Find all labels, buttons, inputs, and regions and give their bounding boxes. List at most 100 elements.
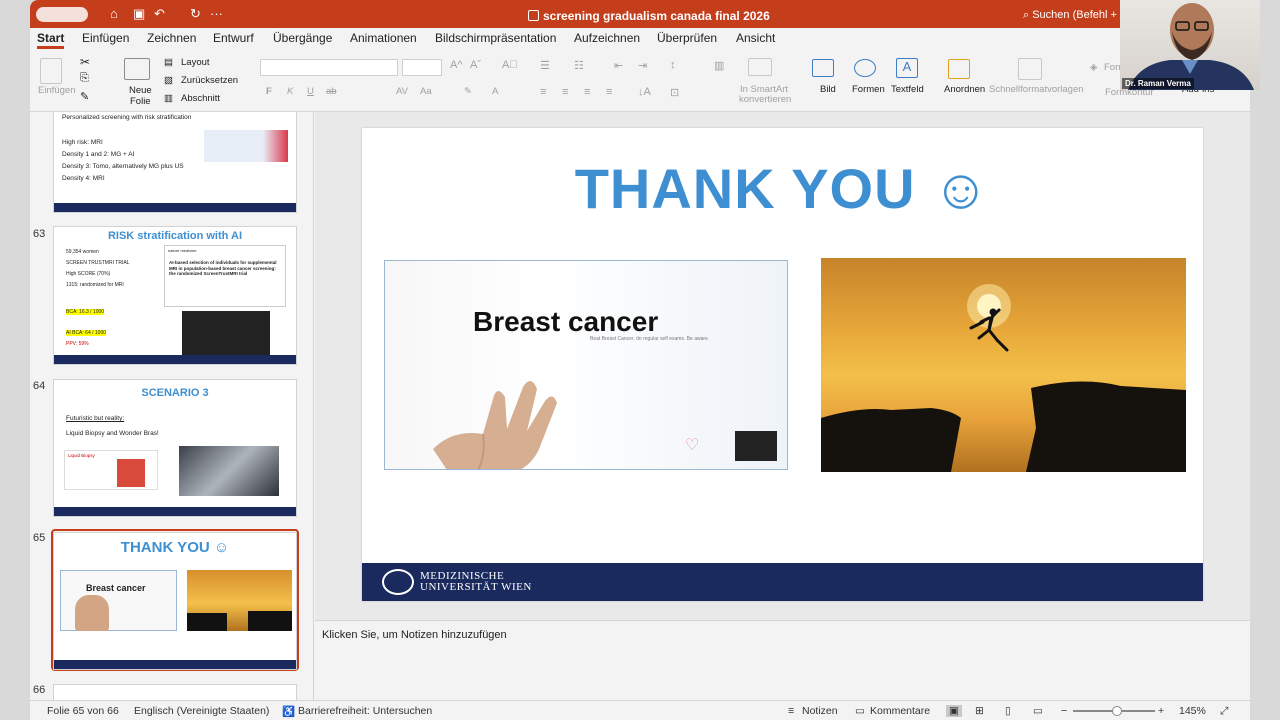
grow-font-icon[interactable]: A^ [450, 59, 463, 71]
clear-format-icon[interactable]: A⃠ [502, 59, 518, 71]
arrange-button[interactable]: Anordnen [944, 84, 985, 95]
italic-button[interactable]: K [287, 86, 293, 97]
shapes-icon[interactable] [854, 59, 876, 77]
reading-view-icon[interactable]: ▯ [1005, 705, 1011, 717]
breast-cancer-image[interactable]: Breast cancer Beat Breast Cancer, do reg… [384, 260, 788, 470]
layout-icon[interactable]: ▤ [164, 57, 173, 68]
highlight-icon[interactable]: ✎ [464, 86, 472, 97]
more-icon[interactable]: ··· [210, 6, 223, 21]
zoom-in-icon[interactable]: + [1158, 705, 1164, 717]
arrange-icon[interactable] [948, 59, 970, 79]
tab-bildschirmpraesentation[interactable]: Bildschirmpräsentation [435, 31, 556, 45]
shape-fill-icon[interactable]: ◈ [1090, 62, 1097, 73]
current-slide[interactable]: THANK YOU ☺ Breast cancer Beat Breast Ca… [362, 128, 1203, 601]
home-icon[interactable]: ⌂ [110, 6, 118, 21]
sunset-jump-image[interactable] [821, 258, 1186, 472]
font-size-select[interactable] [402, 59, 442, 76]
slide-thumbnail-62[interactable]: Personalized screening with risk stratif… [54, 112, 296, 212]
cut-icon[interactable]: ✂ [80, 55, 90, 69]
notes-pane[interactable]: Klicken Sie, um Notizen hinzuzufügen [315, 620, 1250, 700]
accessibility-status[interactable]: Barrierefreiheit: Untersuchen [298, 705, 432, 717]
align-center-icon[interactable]: ≡ [562, 86, 568, 98]
language-status[interactable]: Englisch (Vereinigte Staaten) [134, 705, 269, 717]
slide-thumbnail-66[interactable] [54, 685, 296, 700]
smartart-label2[interactable]: konvertieren [739, 94, 791, 105]
shrink-font-icon[interactable]: Aˇ [470, 59, 481, 71]
new-slide-icon[interactable] [124, 58, 150, 80]
tab-animationen[interactable]: Animationen [350, 31, 417, 45]
copy-icon[interactable]: ⎘ [80, 72, 89, 85]
comments-icon[interactable]: ▭ [855, 705, 865, 717]
slide-thumbnail-63[interactable]: RISK stratification with AI 59,354 women… [54, 227, 296, 364]
justify-icon[interactable]: ≡ [606, 86, 612, 98]
font-color-icon[interactable]: A [492, 86, 498, 97]
shapes-button[interactable]: Formen [852, 84, 885, 95]
status-bar: Folie 65 von 66 Englisch (Vereinigte Sta… [30, 700, 1250, 720]
zoom-slider-thumb[interactable] [1112, 706, 1122, 716]
normal-view-icon[interactable]: ▣ [946, 705, 962, 717]
zoom-level[interactable]: 145% [1179, 705, 1206, 717]
tab-ueberpruefen[interactable]: Überprüfen [657, 31, 717, 45]
columns-icon[interactable]: ▥ [714, 59, 724, 72]
notes-button[interactable]: Notizen [802, 705, 838, 717]
zoom-out-icon[interactable]: − [1061, 705, 1067, 717]
smartart-icon[interactable] [748, 58, 772, 76]
reset-icon[interactable]: ▧ [164, 75, 173, 86]
tab-uebergaenge[interactable]: Übergänge [273, 31, 332, 45]
slide-sorter-icon[interactable]: ⊞ [975, 705, 984, 717]
quickstyles-icon[interactable] [1018, 58, 1042, 80]
layout-button[interactable]: Layout [181, 57, 210, 68]
slide-editor[interactable]: THANK YOU ☺ Breast cancer Beat Breast Ca… [315, 112, 1250, 620]
new-slide-label[interactable]: Neue [129, 85, 152, 96]
save-icon[interactable]: ▣ [133, 6, 145, 22]
quickstyles-button[interactable]: Schnellformatvorlagen [989, 84, 1084, 95]
slide-thumbnail-64[interactable]: SCENARIO 3 Futuristic but reality: Liqui… [54, 380, 296, 516]
strikethrough-button[interactable]: ab [326, 86, 337, 97]
underline-button[interactable]: U [307, 86, 314, 97]
tab-aufzeichnen[interactable]: Aufzeichnen [574, 31, 640, 45]
redo-icon[interactable]: ↻ [190, 6, 201, 22]
align-text-icon[interactable]: ⊡ [670, 86, 679, 99]
tab-start[interactable]: Start [37, 31, 65, 49]
tab-ansicht[interactable]: Ansicht [736, 31, 775, 45]
textbox-icon[interactable]: A [896, 58, 918, 78]
tab-einfuegen[interactable]: Einfügen [82, 31, 129, 45]
slide-title[interactable]: THANK YOU ☺ [362, 156, 1203, 221]
notes-icon[interactable]: ≡ [788, 705, 794, 717]
indent-icon[interactable]: ⇤ [614, 59, 623, 72]
fit-to-window-icon[interactable]: ⤢ [1220, 705, 1228, 718]
align-left-icon[interactable]: ≡ [540, 86, 546, 98]
character-spacing-button[interactable]: AV [396, 86, 408, 97]
undo-icon[interactable]: ↶ [154, 6, 165, 22]
section-icon[interactable]: ▥ [164, 93, 173, 104]
line-spacing-icon[interactable]: ↕ [670, 59, 676, 71]
format-painter-icon[interactable]: ✎ [80, 90, 89, 103]
outdent-icon[interactable]: ⇥ [638, 59, 647, 72]
text-direction-icon[interactable]: ↓A [638, 86, 651, 98]
tab-entwurf[interactable]: Entwurf [213, 31, 254, 45]
bold-button[interactable]: F [266, 86, 272, 97]
clipboard-icon[interactable] [40, 58, 62, 84]
slideshow-icon[interactable]: ▭ [1033, 705, 1043, 717]
paste-button[interactable]: Einfügen [38, 85, 76, 96]
section-button[interactable]: Abschnitt [181, 93, 220, 104]
align-right-icon[interactable]: ≡ [584, 86, 590, 98]
thumbnail-footer-band [54, 507, 296, 516]
textbox-button[interactable]: Textfeld [891, 84, 924, 95]
search-box[interactable]: ⌕ Suchen (Befehl + [1023, 9, 1117, 22]
reset-button[interactable]: Zurücksetzen [181, 75, 238, 86]
slide-thumbnail-pane[interactable]: Personalized screening with risk stratif… [30, 112, 314, 700]
bullets-icon[interactable]: ☰ [540, 59, 550, 72]
tab-zeichnen[interactable]: Zeichnen [147, 31, 196, 45]
slide-thumbnail-65[interactable]: THANK YOU ☺ Breast cancer [54, 533, 296, 669]
numbering-icon[interactable]: ☷ [574, 59, 584, 72]
sidebar-toggle-button[interactable] [36, 7, 88, 22]
picture-icon[interactable] [812, 59, 834, 77]
new-slide-label2[interactable]: Folie [130, 96, 151, 107]
comments-button[interactable]: Kommentare [870, 705, 930, 717]
change-case-button[interactable]: Aa [420, 86, 432, 97]
picture-button[interactable]: Bild [820, 84, 836, 95]
font-family-select[interactable] [260, 59, 398, 76]
accessibility-icon[interactable]: ♿ [282, 705, 295, 718]
notes-placeholder[interactable]: Klicken Sie, um Notizen hinzuzufügen [322, 629, 507, 641]
